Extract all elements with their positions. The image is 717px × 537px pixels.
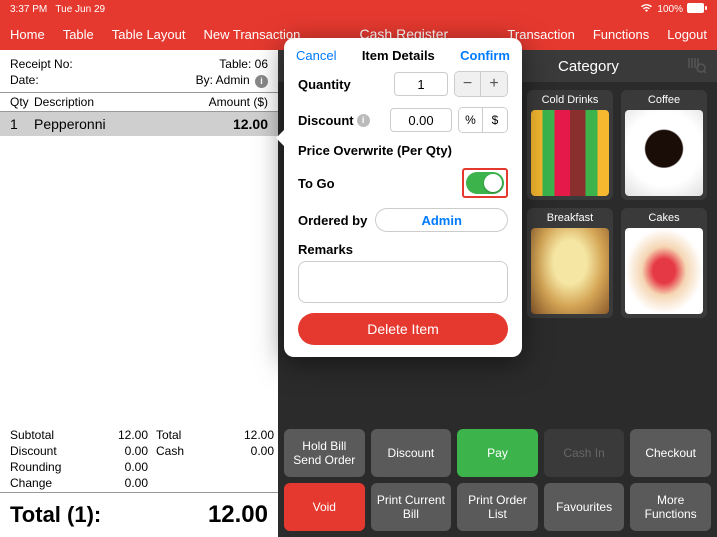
change-val: 0.00 xyxy=(88,476,148,490)
discount-label: Discount i xyxy=(298,113,390,128)
togo-label: To Go xyxy=(298,176,462,191)
receipt-table: Table: 06 xyxy=(219,56,268,72)
remarks-label: Remarks xyxy=(298,242,508,257)
remarks-input[interactable] xyxy=(298,261,508,303)
ordered-by-button[interactable]: Admin xyxy=(375,208,508,232)
battery-icon xyxy=(687,3,707,16)
more-functions-button[interactable]: More Functions xyxy=(630,483,711,531)
rounding-label: Rounding xyxy=(10,460,80,474)
receipt-by: By: Admin i xyxy=(196,72,268,88)
popover-arrow xyxy=(276,128,286,148)
grand-total-val: 12.00 xyxy=(208,501,268,529)
nav-table[interactable]: Table xyxy=(63,27,94,42)
rounding-val: 0.00 xyxy=(88,460,148,474)
nav-logout[interactable]: Logout xyxy=(667,27,707,42)
receipt-total-bar: Total (1): 12.00 xyxy=(0,492,278,537)
togo-highlight xyxy=(462,168,508,198)
cancel-button[interactable]: Cancel xyxy=(296,48,336,63)
discount-label: Discount xyxy=(10,444,80,458)
status-left: 3:37 PM Tue Jun 29 xyxy=(10,4,105,15)
quantity-input[interactable] xyxy=(394,72,448,96)
checkout-button[interactable]: Checkout xyxy=(630,429,711,477)
subtotal-label: Subtotal xyxy=(10,428,80,442)
status-right: 100% xyxy=(640,3,707,16)
category-cakes[interactable]: Cakes xyxy=(621,208,707,318)
qty-plus-button[interactable]: + xyxy=(481,72,507,96)
hold-bill-button[interactable]: Hold Bill Send Order xyxy=(284,429,365,477)
discount-percent-button[interactable]: % xyxy=(459,108,483,132)
popover-header: Cancel Item Details Confirm xyxy=(284,38,522,71)
print-current-button[interactable]: Print Current Bill xyxy=(371,483,452,531)
item-qty: 1 xyxy=(10,116,34,132)
print-order-button[interactable]: Print Order List xyxy=(457,483,538,531)
discount-dollar-button[interactable]: $ xyxy=(483,108,507,132)
col-amt: Amount ($) xyxy=(198,95,268,109)
delete-item-button[interactable]: Delete Item xyxy=(298,313,508,345)
cakes-image xyxy=(625,228,703,314)
col-qty: Qty xyxy=(10,95,34,109)
receipt-row[interactable]: 1 Pepperonni 12.00 xyxy=(0,112,278,136)
quantity-stepper: − + xyxy=(454,71,508,97)
item-desc: Pepperonni xyxy=(34,116,198,132)
discount-type-segment: % $ xyxy=(458,107,508,133)
info-icon[interactable]: i xyxy=(255,75,268,88)
price-overwrite-label: Price Overwrite (Per Qty) xyxy=(298,143,508,158)
discount-button[interactable]: Discount xyxy=(371,429,452,477)
receipt-items: 1 Pepperonni 12.00 xyxy=(0,112,278,422)
cash-in-button[interactable]: Cash In xyxy=(544,429,625,477)
confirm-button[interactable]: Confirm xyxy=(460,48,510,63)
total-val: 12.00 xyxy=(214,428,274,442)
category-cold-drinks[interactable]: Cold Drinks xyxy=(527,90,613,200)
grand-total-label: Total (1): xyxy=(10,502,101,528)
barcode-search-icon[interactable] xyxy=(687,56,707,79)
pay-button[interactable]: Pay xyxy=(457,429,538,477)
quantity-label: Quantity xyxy=(298,77,394,92)
discount-input[interactable] xyxy=(390,108,452,132)
nav-functions[interactable]: Functions xyxy=(593,27,649,42)
info-icon[interactable]: i xyxy=(357,114,370,127)
void-button[interactable]: Void xyxy=(284,483,365,531)
nav-table-layout[interactable]: Table Layout xyxy=(112,27,186,42)
category-grid: Cold Drinks Coffee Breakfast Cakes xyxy=(527,90,707,318)
coffee-image xyxy=(625,110,703,196)
favourites-button[interactable]: Favourites xyxy=(544,483,625,531)
category-title: Category xyxy=(558,58,619,75)
status-bar: 3:37 PM Tue Jun 29 100% xyxy=(0,0,717,18)
popover-title: Item Details xyxy=(362,48,435,63)
breakfast-image xyxy=(531,228,609,314)
category-coffee[interactable]: Coffee xyxy=(621,90,707,200)
discount-val: 0.00 xyxy=(88,444,148,458)
ordered-by-label: Ordered by xyxy=(298,213,367,228)
receipt-panel: Receipt No: Table: 06 Date: By: Admin i … xyxy=(0,50,278,537)
togo-toggle[interactable] xyxy=(466,172,504,194)
status-time: 3:37 PM xyxy=(10,4,47,15)
cash-val: 0.00 xyxy=(214,444,274,458)
bottom-buttons: Hold Bill Send Order Discount Pay Cash I… xyxy=(278,423,717,537)
receipt-no-label: Receipt No: xyxy=(10,56,73,72)
subtotal-val: 12.00 xyxy=(88,428,148,442)
qty-minus-button[interactable]: − xyxy=(455,72,481,96)
wifi-icon xyxy=(640,3,653,16)
nav-home[interactable]: Home xyxy=(10,27,45,42)
category-breakfast[interactable]: Breakfast xyxy=(527,208,613,318)
receipt-totals: Subtotal 12.00 Total 12.00 Discount 0.00… xyxy=(0,422,278,492)
cold-drinks-image xyxy=(531,110,609,196)
change-label: Change xyxy=(10,476,80,490)
toggle-knob xyxy=(484,174,502,192)
receipt-header: Receipt No: Table: 06 Date: By: Admin i xyxy=(0,50,278,93)
total-label: Total xyxy=(156,428,206,442)
battery-pct: 100% xyxy=(657,4,683,15)
item-amt: 12.00 xyxy=(198,116,268,132)
status-date: Tue Jun 29 xyxy=(55,4,105,15)
cash-label: Cash xyxy=(156,444,206,458)
item-details-popover: Cancel Item Details Confirm Quantity − +… xyxy=(284,38,522,357)
receipt-date-label: Date: xyxy=(10,72,39,88)
receipt-columns: Qty Description Amount ($) xyxy=(0,93,278,112)
col-desc: Description xyxy=(34,95,198,109)
